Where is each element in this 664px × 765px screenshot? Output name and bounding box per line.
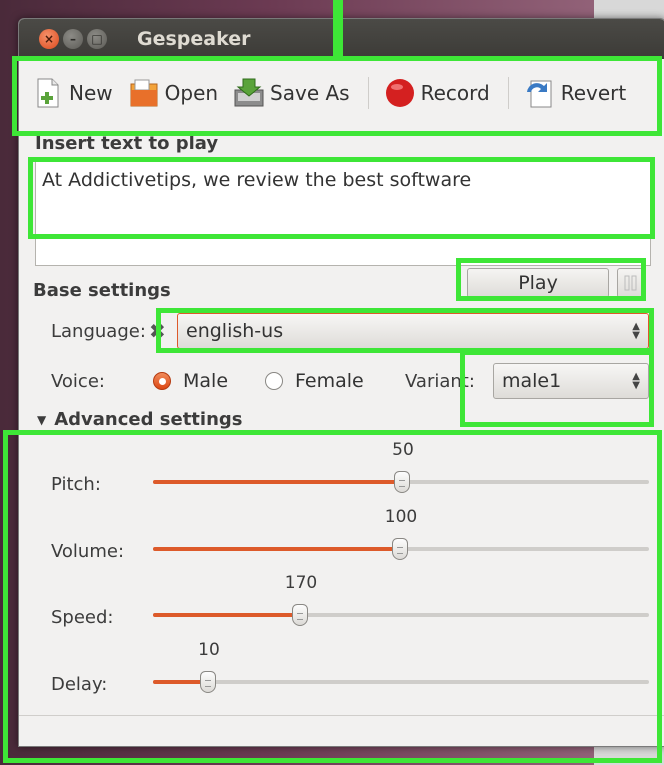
- record-icon: [385, 79, 414, 107]
- new-button[interactable]: New: [31, 76, 113, 110]
- speed-slider[interactable]: [153, 604, 649, 626]
- expander-arrow-icon: ▼: [37, 412, 47, 427]
- pitch-row: Pitch: 50: [19, 440, 664, 510]
- volume-handle[interactable]: [392, 538, 408, 560]
- clear-icon[interactable]: ✖: [149, 319, 166, 343]
- variant-value: male1: [502, 370, 562, 392]
- text-input[interactable]: At Addictivetips, we review the best sof…: [35, 160, 651, 266]
- play-button[interactable]: Play: [467, 268, 609, 298]
- voice-female-radio[interactable]: Female: [265, 370, 364, 392]
- open-button[interactable]: Open: [127, 76, 218, 110]
- delay-label: Delay:: [51, 674, 108, 695]
- advanced-settings-expander[interactable]: ▼ Advanced settings: [37, 409, 243, 430]
- advanced-settings-label: Advanced settings: [54, 409, 243, 430]
- speed-label: Speed:: [51, 607, 114, 628]
- voice-male-label: Male: [183, 370, 229, 392]
- insert-text-label: Insert text to play: [35, 133, 219, 154]
- pitch-handle[interactable]: [394, 471, 410, 493]
- revert-button[interactable]: Revert: [523, 76, 627, 110]
- new-label: New: [69, 81, 113, 105]
- pitch-label: Pitch:: [51, 474, 101, 495]
- language-combo[interactable]: english-us ▲ ▼: [177, 313, 649, 349]
- volume-row: Volume: 100: [19, 507, 664, 577]
- speed-row: Speed: 170: [19, 573, 664, 643]
- record-button[interactable]: Record: [383, 76, 490, 110]
- spin-arrows-icon: ▲ ▼: [632, 321, 640, 341]
- minimize-icon[interactable]: –: [63, 29, 83, 49]
- delay-row: Delay: 10: [19, 640, 664, 710]
- volume-label: Volume:: [51, 541, 125, 562]
- language-value: english-us: [186, 320, 284, 342]
- voice-label: Voice:: [51, 371, 105, 392]
- revert-label: Revert: [560, 81, 627, 105]
- variant-combo[interactable]: male1 ▲ ▼: [493, 363, 649, 399]
- volume-slider[interactable]: [153, 538, 649, 560]
- pitch-value: 50: [392, 440, 414, 460]
- record-label: Record: [420, 81, 490, 105]
- new-file-icon: [37, 78, 59, 108]
- voice-female-label: Female: [295, 370, 364, 392]
- pitch-slider[interactable]: [153, 471, 649, 493]
- annotation-connector: [333, 0, 343, 58]
- speed-value: 170: [284, 573, 318, 593]
- open-label: Open: [164, 81, 219, 105]
- status-bar: [19, 715, 664, 746]
- revert-icon: [526, 80, 552, 108]
- delay-value: 10: [198, 640, 220, 660]
- pause-button[interactable]: [617, 268, 645, 298]
- volume-fill: [153, 547, 400, 551]
- variant-label: Variant:: [405, 371, 475, 392]
- maximize-icon[interactable]: □: [87, 29, 107, 49]
- toolbar-separator: [367, 77, 369, 109]
- language-label: Language:: [51, 321, 146, 342]
- pitch-fill: [153, 480, 402, 484]
- pause-icon: [624, 275, 637, 291]
- open-folder-icon: [130, 79, 158, 107]
- volume-value: 100: [384, 507, 418, 527]
- radio-unselected-icon: [265, 372, 283, 390]
- spin-arrows-icon: ▲ ▼: [632, 371, 640, 391]
- gespeaker-window: × – □ Gespeaker New Open Save As Record …: [18, 18, 664, 747]
- save-icon: [234, 78, 264, 107]
- save-as-label: Save As: [270, 81, 350, 105]
- base-settings-label: Base settings: [33, 280, 171, 301]
- delay-handle[interactable]: [200, 671, 216, 693]
- voice-male-radio[interactable]: Male: [153, 370, 228, 392]
- delay-slider[interactable]: [153, 671, 649, 693]
- toolbar: New Open Save As Record Revert: [19, 59, 664, 127]
- toolbar-separator: [507, 77, 509, 109]
- radio-selected-icon: [153, 372, 171, 390]
- speed-handle[interactable]: [292, 604, 308, 626]
- window-title: Gespeaker: [137, 28, 251, 50]
- close-icon[interactable]: ×: [39, 29, 59, 49]
- speed-fill: [153, 613, 300, 617]
- save-as-button[interactable]: Save As: [232, 76, 350, 110]
